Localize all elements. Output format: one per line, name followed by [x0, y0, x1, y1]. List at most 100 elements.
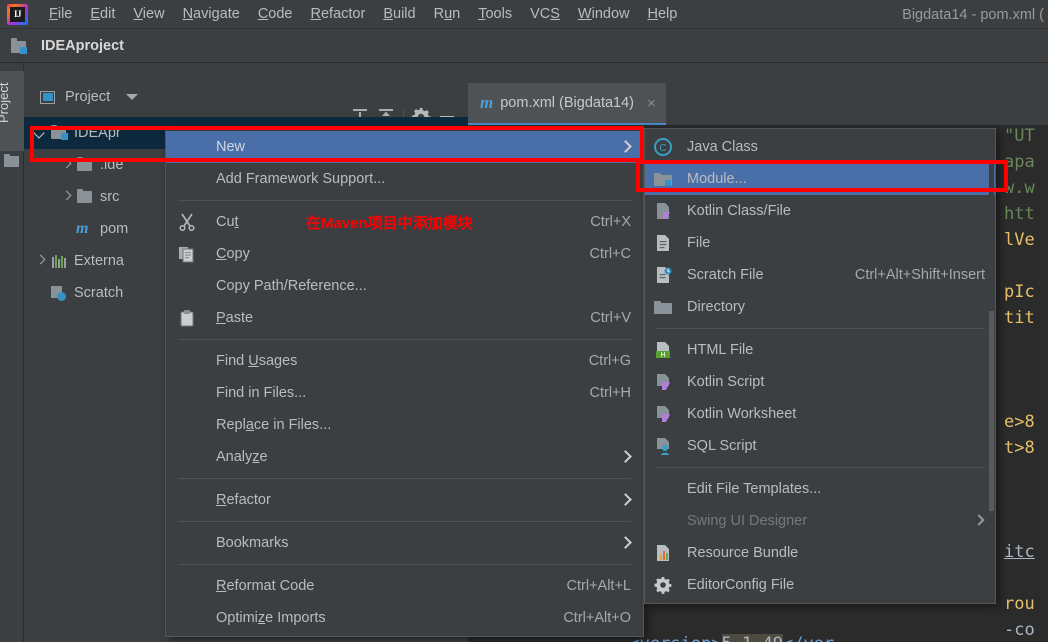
- code-line: rou: [1004, 591, 1045, 617]
- logo-text: IJ: [13, 8, 22, 19]
- context-menu-item-copy-path-reference[interactable]: Copy Path/Reference...: [166, 270, 643, 302]
- context-menu-item-label: Paste: [216, 310, 254, 326]
- html-file-icon: H: [653, 340, 679, 360]
- menu-item-vcs[interactable]: VCS: [521, 3, 569, 25]
- menu-separator: [178, 564, 631, 565]
- submenu-item-scratch-file[interactable]: Scratch File Ctrl+Alt+Shift+Insert: [645, 259, 995, 291]
- context-menu-item-replace-in-files[interactable]: Replace in Files...: [166, 409, 643, 441]
- project-view-icon: [40, 90, 55, 104]
- project-tool-window-header: Project: [24, 83, 468, 128]
- kotlin-worksheet-icon: [653, 404, 679, 424]
- editor-tab-pom-xml[interactable]: m pom.xml (Bigdata14) ×: [468, 83, 666, 125]
- submenu-separator: [655, 467, 985, 468]
- submenu-item-java-class[interactable]: C Java Class: [645, 131, 995, 163]
- code-token: pIc: [1004, 282, 1035, 302]
- chevron-down-icon[interactable]: [126, 94, 139, 100]
- context-menu-item-label: Copy: [216, 246, 250, 262]
- submenu-item-kotlin-script[interactable]: Kotlin Script: [645, 366, 995, 398]
- new-submenu: C Java Class Module... Kotlin Class/File Fil…: [644, 128, 996, 604]
- submenu-scrollbar[interactable]: [989, 131, 994, 601]
- submenu-item-html-file[interactable]: H HTML File: [645, 334, 995, 366]
- menu-item-run[interactable]: Run: [425, 3, 470, 25]
- submenu-item-sql-script[interactable]: SQL Script: [645, 430, 995, 462]
- submenu-item-swing-ui-designer: Swing UI Designer: [645, 505, 995, 537]
- tree-node-label: src: [100, 189, 120, 205]
- context-menu-item-find-in-files[interactable]: Find in Files... Ctrl+H: [166, 377, 643, 409]
- stripe-folder-icon[interactable]: [4, 153, 20, 169]
- submenu-item-module[interactable]: Module...: [645, 163, 995, 195]
- chevron-right-icon[interactable]: [58, 157, 74, 173]
- context-menu-item-bookmarks[interactable]: Bookmarks: [166, 527, 643, 559]
- submenu-item-shortcut: Ctrl+Alt+Shift+Insert: [854, 267, 985, 283]
- java-class-icon: C: [653, 137, 679, 157]
- menu-item-navigate[interactable]: Navigate: [174, 3, 249, 25]
- context-menu-item-optimize-imports[interactable]: Optimize Imports Ctrl+Alt+O: [166, 602, 643, 634]
- breadcrumb-project-name[interactable]: IDEAproject: [41, 38, 124, 54]
- stripe-button-project-label: Project: [0, 82, 11, 123]
- menu-item-file[interactable]: File: [40, 3, 81, 25]
- annotation-text-chinese: 在Maven项目中添加模块: [306, 214, 473, 232]
- submenu-item-label: Kotlin Class/File: [687, 203, 791, 219]
- context-menu-item-paste[interactable]: Paste Ctrl+V: [166, 302, 643, 334]
- menu-item-refactor[interactable]: Refactor: [302, 3, 375, 25]
- tree-node-label: Externa: [74, 253, 124, 269]
- close-icon[interactable]: ×: [647, 95, 656, 112]
- submenu-item-editorconfig-file[interactable]: EditorConfig File: [645, 569, 995, 601]
- chevron-right-icon[interactable]: [58, 189, 74, 205]
- context-menu-item-reformat-code[interactable]: Reformat Code Ctrl+Alt+L: [166, 570, 643, 602]
- context-menu-item-shortcut: Ctrl+X: [590, 214, 631, 230]
- context-menu-item-find-usages[interactable]: Find Usages Ctrl+G: [166, 345, 643, 377]
- menu-separator: [178, 478, 631, 479]
- folder-icon: [76, 188, 94, 205]
- submenu-item-label: Kotlin Worksheet: [687, 406, 797, 422]
- context-menu-item-copy[interactable]: Copy Ctrl+C: [166, 238, 643, 270]
- tree-node-label: pom: [100, 221, 129, 237]
- submenu-item-label: Resource Bundle: [687, 545, 799, 561]
- module-folder-icon: [653, 169, 679, 189]
- chevron-right-icon[interactable]: [32, 253, 48, 269]
- code-token: "UT: [1004, 126, 1035, 146]
- editor-tab-bar: m pom.xml (Bigdata14) ×: [468, 83, 1048, 125]
- submenu-item-label: Java Class: [687, 139, 758, 155]
- menu-item-window[interactable]: Window: [569, 3, 639, 25]
- code-line: w.w: [1004, 175, 1045, 201]
- context-menu-item-label: Analyze: [216, 449, 268, 465]
- context-menu-item-add-framework-support[interactable]: Add Framework Support...: [166, 163, 643, 195]
- folder-icon: [76, 156, 94, 173]
- menu-item-build[interactable]: Build: [374, 3, 424, 25]
- submenu-item-resource-bundle[interactable]: Resource Bundle: [645, 537, 995, 569]
- context-menu-item-refactor[interactable]: Refactor: [166, 484, 643, 516]
- menu-item-code[interactable]: Code: [249, 3, 302, 25]
- tree-node-label: Scratch: [74, 285, 124, 301]
- submenu-item-kotlin-class-file[interactable]: Kotlin Class/File: [645, 195, 995, 227]
- submenu-item-label: File: [687, 235, 711, 251]
- menu-icon-placeholder: [174, 137, 204, 157]
- submenu-item-edit-file-templates[interactable]: Edit File Templates...: [645, 473, 995, 505]
- kotlin-script-icon: [653, 372, 679, 392]
- menu-item-help[interactable]: Help: [638, 3, 686, 25]
- stripe-button-project[interactable]: Project: [0, 71, 24, 151]
- submenu-item-file[interactable]: File: [645, 227, 995, 259]
- menu-item-tools[interactable]: Tools: [469, 3, 521, 25]
- menu-icon-placeholder: [174, 576, 204, 596]
- menu-item-edit[interactable]: Edit: [81, 3, 124, 25]
- paste-icon: [174, 308, 204, 328]
- tree-node-label: IDEApr: [74, 125, 121, 141]
- scrollbar-thumb[interactable]: [989, 311, 994, 511]
- submenu-icon-placeholder: [653, 511, 679, 531]
- context-menu-item-cut[interactable]: Cut 在Maven项目中添加模块 Ctrl+X: [166, 206, 643, 238]
- context-menu-item-new[interactable]: New: [166, 131, 643, 163]
- menu-item-view[interactable]: View: [124, 3, 173, 25]
- context-menu-item-shortcut: Ctrl+Alt+L: [566, 578, 631, 594]
- submenu-item-directory[interactable]: Directory: [645, 291, 995, 323]
- context-menu-item-label: Refactor: [216, 492, 271, 508]
- submenu-item-kotlin-worksheet[interactable]: Kotlin Worksheet: [645, 398, 995, 430]
- context-menu-item-analyze[interactable]: Analyze: [166, 441, 643, 473]
- code-token: apa: [1004, 152, 1035, 172]
- context-menu-item-label: Optimize Imports: [216, 610, 326, 626]
- submenu-item-label: HTML File: [687, 342, 754, 358]
- chevron-down-icon[interactable]: [32, 125, 48, 141]
- context-menu-item-label: Add Framework Support...: [216, 171, 386, 187]
